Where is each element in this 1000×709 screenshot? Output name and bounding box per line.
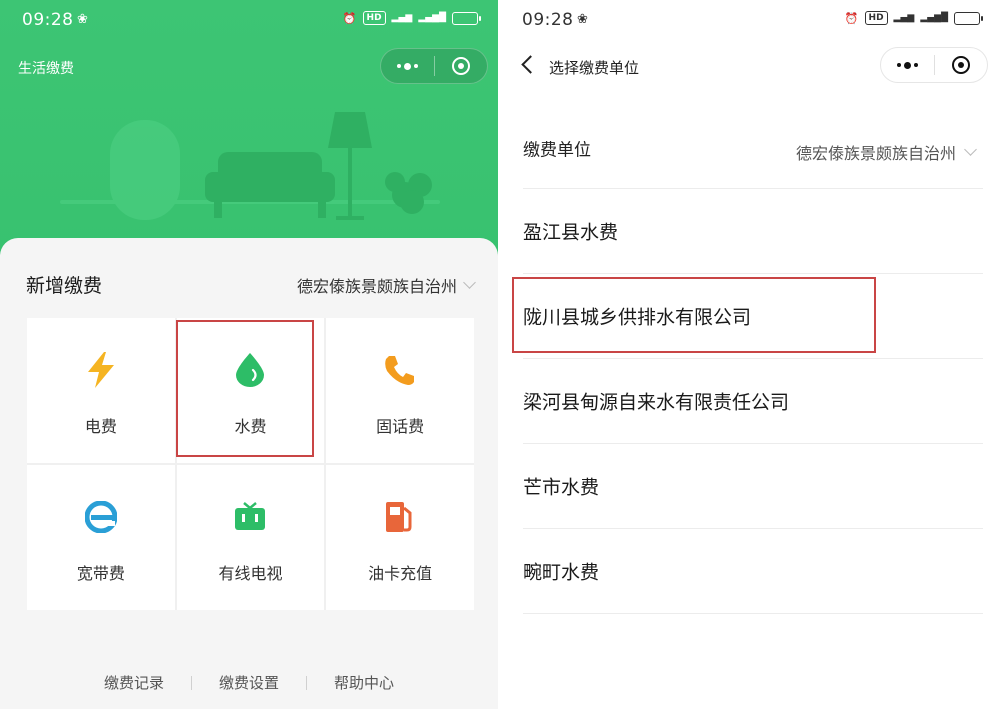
target-icon [951, 56, 970, 74]
back-button[interactable] [518, 55, 538, 75]
broadband-e-icon [83, 499, 119, 535]
more-icon [896, 61, 918, 69]
list-item[interactable]: 芒市水费 [523, 444, 983, 529]
tile-label: 固话费 [376, 417, 425, 436]
close-mini-program-button[interactable] [935, 48, 988, 82]
unit-value: 德宏傣族景颇族自治州 [795, 140, 977, 164]
sheet-header: 新增缴费 德宏傣族景颇族自治州 [0, 238, 498, 316]
chevron-down-icon [463, 276, 476, 289]
company-name: 梁河县甸源自来水有限责任公司 [523, 391, 790, 414]
app-title: 生活缴费 [18, 61, 74, 77]
weibo-icon: ❀ [77, 12, 88, 27]
status-bar: 09:28 ❀ ⏰ HD ▂▄▆ ▂▄▆█ [0, 0, 498, 40]
signal-icon-2: ▂▄▆█ [418, 12, 446, 23]
tile-label: 水费 [234, 417, 267, 436]
fuel-pump-icon [382, 499, 418, 535]
more-menu-button[interactable] [381, 49, 434, 83]
tile-landline[interactable]: 固话费 [326, 318, 474, 463]
right-phone-screen: 09:28 ❀ ⏰ HD ▂▄▆ ▂▄▆█ 选择缴费单位 缴费单位 德宏傣族景颇… [502, 0, 1000, 709]
close-mini-program-button[interactable] [435, 49, 488, 83]
payment-sheet: 新增缴费 德宏傣族景颇族自治州 电费 水费 固话费 宽带费 有线电视 油卡充值 [0, 238, 498, 709]
region-selector[interactable]: 德宏傣族景颇族自治州 [296, 273, 476, 297]
company-name: 盈江县水费 [523, 221, 619, 244]
mini-program-capsule [380, 48, 488, 84]
lightning-icon [83, 352, 119, 388]
section-title: 新增缴费 [26, 275, 103, 297]
unit-selector-row[interactable]: 缴费单位 德宏傣族景颇族自治州 [523, 104, 983, 189]
living-room-illustration [60, 112, 440, 220]
tile-label: 油卡充值 [368, 564, 433, 583]
more-menu-button[interactable] [881, 48, 934, 82]
company-list: 缴费单位 德宏傣族景颇族自治州 盈江县水费 陇川县城乡供排水有限公司 梁河县甸源… [523, 104, 983, 614]
hd-icon: HD [864, 11, 888, 25]
signal-icon: ▂▄▆ [893, 12, 915, 23]
list-item[interactable]: 梁河县甸源自来水有限责任公司 [523, 359, 983, 444]
company-name: 芒市水费 [523, 476, 600, 499]
payment-records-link[interactable]: 缴费记录 [77, 672, 191, 693]
tile-electricity[interactable]: 电费 [27, 318, 175, 463]
list-item[interactable]: 畹町水费 [523, 529, 983, 614]
battery-icon [452, 11, 481, 25]
signal-icon: ▂▄▆ [391, 12, 413, 23]
alarm-icon: ⏰ [844, 11, 859, 25]
status-bar: 09:28 ❀ ⏰ HD ▂▄▆ ▂▄▆█ [502, 0, 1000, 40]
tile-label: 电费 [84, 417, 117, 436]
status-time: 09:28 [522, 10, 574, 30]
company-name: 畹町水费 [523, 561, 600, 584]
tile-label: 有线电视 [218, 564, 283, 583]
page-title: 选择缴费单位 [549, 59, 640, 77]
list-item[interactable]: 盈江县水费 [523, 189, 983, 274]
chevron-down-icon [964, 143, 977, 156]
battery-icon [954, 11, 983, 25]
tv-icon [232, 499, 268, 535]
mini-program-capsule [880, 47, 988, 83]
water-drop-icon [232, 352, 268, 388]
status-icons: ⏰ HD ▂▄▆ ▂▄▆█ [844, 11, 983, 25]
hd-icon: HD [362, 11, 386, 25]
tile-label: 宽带费 [76, 564, 125, 583]
region-label: 德宏傣族景颇族自治州 [296, 277, 457, 296]
alarm-icon: ⏰ [342, 11, 357, 25]
tile-water[interactable]: 水费 [176, 318, 325, 463]
unit-label: 缴费单位 [523, 140, 591, 161]
payment-settings-link[interactable]: 缴费设置 [192, 672, 306, 693]
signal-icon-2: ▂▄▆█ [920, 12, 948, 23]
tile-broadband[interactable]: 宽带费 [27, 465, 175, 610]
tile-cable-tv[interactable]: 有线电视 [176, 465, 325, 610]
target-icon [451, 57, 470, 75]
unit-value-text: 德宏傣族景颇族自治州 [795, 144, 956, 163]
left-phone-screen: 09:28 ❀ ⏰ HD ▂▄▆ ▂▄▆█ 生活缴费 新增缴费 德宏傣族景颇族自… [0, 0, 498, 709]
weibo-icon: ❀ [577, 12, 588, 27]
phone-icon [382, 352, 418, 388]
status-time: 09:28 [22, 10, 74, 30]
payment-type-grid: 电费 水费 固话费 宽带费 有线电视 油卡充值 [27, 318, 474, 610]
status-icons: ⏰ HD ▂▄▆ ▂▄▆█ [342, 11, 481, 25]
more-icon [396, 62, 418, 70]
help-center-link[interactable]: 帮助中心 [307, 672, 421, 693]
company-name: 陇川县城乡供排水有限公司 [523, 306, 752, 329]
list-item[interactable]: 陇川县城乡供排水有限公司 [523, 274, 983, 359]
bottom-links: 缴费记录 缴费设置 帮助中心 [0, 672, 498, 693]
tile-fuel-card[interactable]: 油卡充值 [326, 465, 474, 610]
